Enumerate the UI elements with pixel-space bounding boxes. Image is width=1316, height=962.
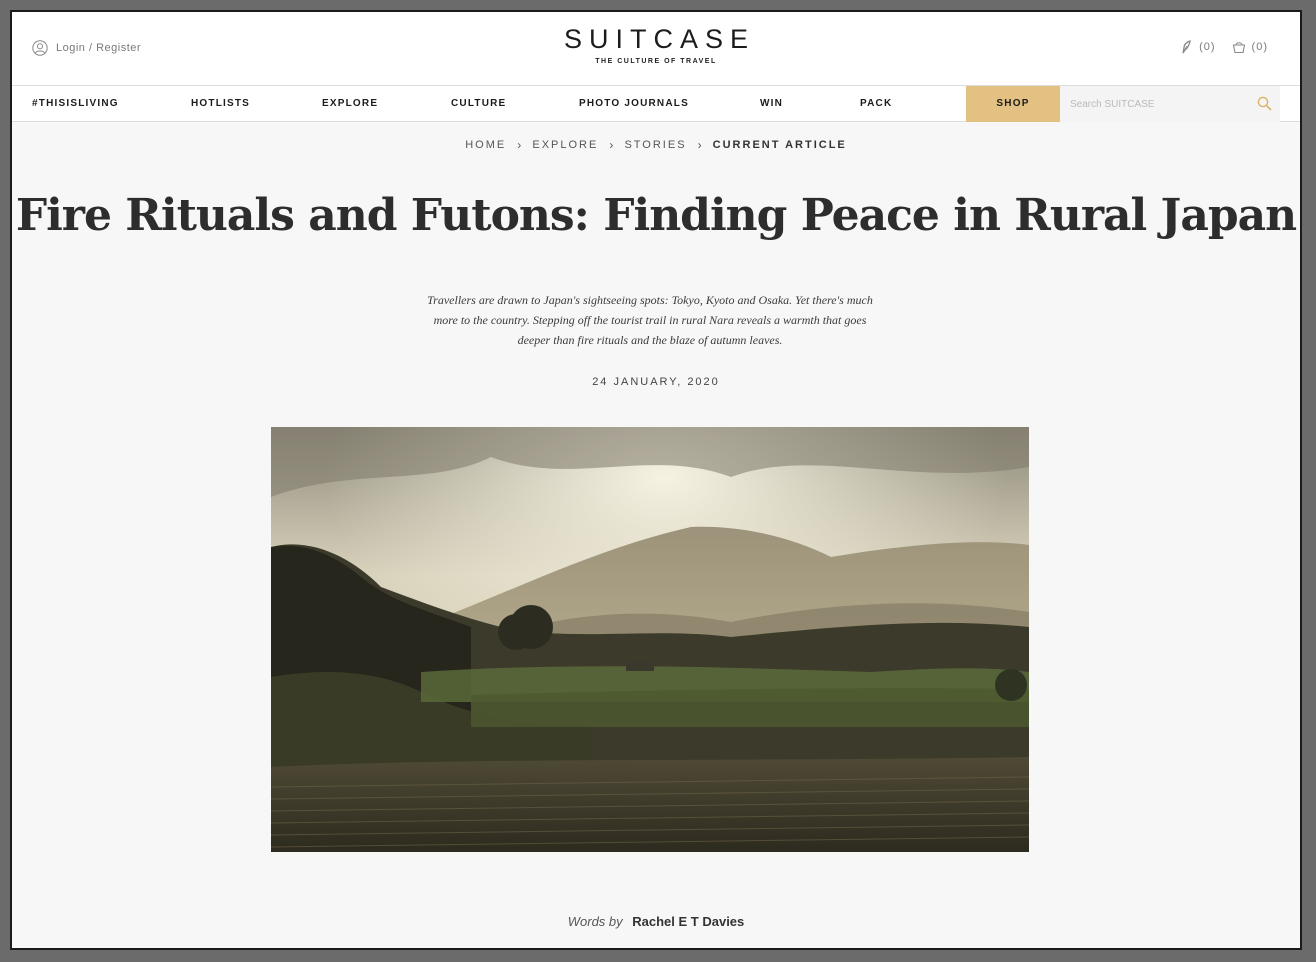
main-nav: #THISISLIVING HOTLISTS EXPLORE CULTURE P… [12,86,1300,122]
breadcrumb-current: CURRENT ARTICLE [712,139,847,151]
article-standfirst: Travellers are drawn to Japan's sightsee… [427,293,873,347]
site-header: Login / Register SUITCASE THE CULTURE OF… [12,12,1300,86]
nav-item-thisisliving[interactable]: #THISISLIVING [32,86,119,122]
article-title: Fire Rituals and Futons: Finding Peace i… [15,190,1297,241]
saved-count: (0) [1199,41,1216,53]
rural-landscape-illustration [271,427,1029,852]
search-box [1060,86,1280,122]
breadcrumb-explore[interactable]: EXPLORE [532,139,598,151]
breadcrumb: HOME › EXPLORE › STORIES › CURRENT ARTIC… [12,138,1300,152]
chevron-right-icon: › [517,138,522,152]
nav-item-hotlists[interactable]: HOTLISTS [191,86,250,122]
author-link[interactable]: Rachel E T Davies [632,914,744,929]
nav-item-culture[interactable]: CULTURE [451,86,506,122]
byline: Words by Rachel E T Davies [12,914,1300,929]
nav-item-explore[interactable]: EXPLORE [322,86,378,122]
basket-button[interactable]: (0) [1232,40,1268,54]
logo-tagline: THE CULTURE OF TRAVEL [595,58,717,65]
chevron-right-icon: › [609,138,614,152]
byline-prefix: Words by [567,914,623,929]
search-icon[interactable] [1257,96,1272,111]
bookmark-leaf-icon [1182,40,1192,54]
chevron-right-icon: › [697,138,702,152]
basket-icon [1232,42,1245,54]
search-input[interactable] [1070,98,1240,110]
nav-item-shop[interactable]: SHOP [966,86,1060,122]
logo-wordmark[interactable]: SUITCASE [12,24,1300,55]
browser-viewport: Login / Register SUITCASE THE CULTURE OF… [10,10,1302,950]
nav-item-photo-journals[interactable]: PHOTO JOURNALS [579,86,689,122]
breadcrumb-stories[interactable]: STORIES [624,139,686,151]
nav-item-pack[interactable]: PACK [860,86,892,122]
hero-image [271,427,1029,852]
nav-item-win[interactable]: WIN [760,86,783,122]
header-actions: (0) (0) [1179,40,1268,54]
article-date: 24 JANUARY, 2020 [592,376,720,388]
breadcrumb-home[interactable]: HOME [465,139,506,151]
basket-count: (0) [1251,41,1268,53]
logo[interactable]: SUITCASE THE CULTURE OF TRAVEL [12,24,1300,65]
saved-items-button[interactable]: (0) [1179,40,1215,54]
